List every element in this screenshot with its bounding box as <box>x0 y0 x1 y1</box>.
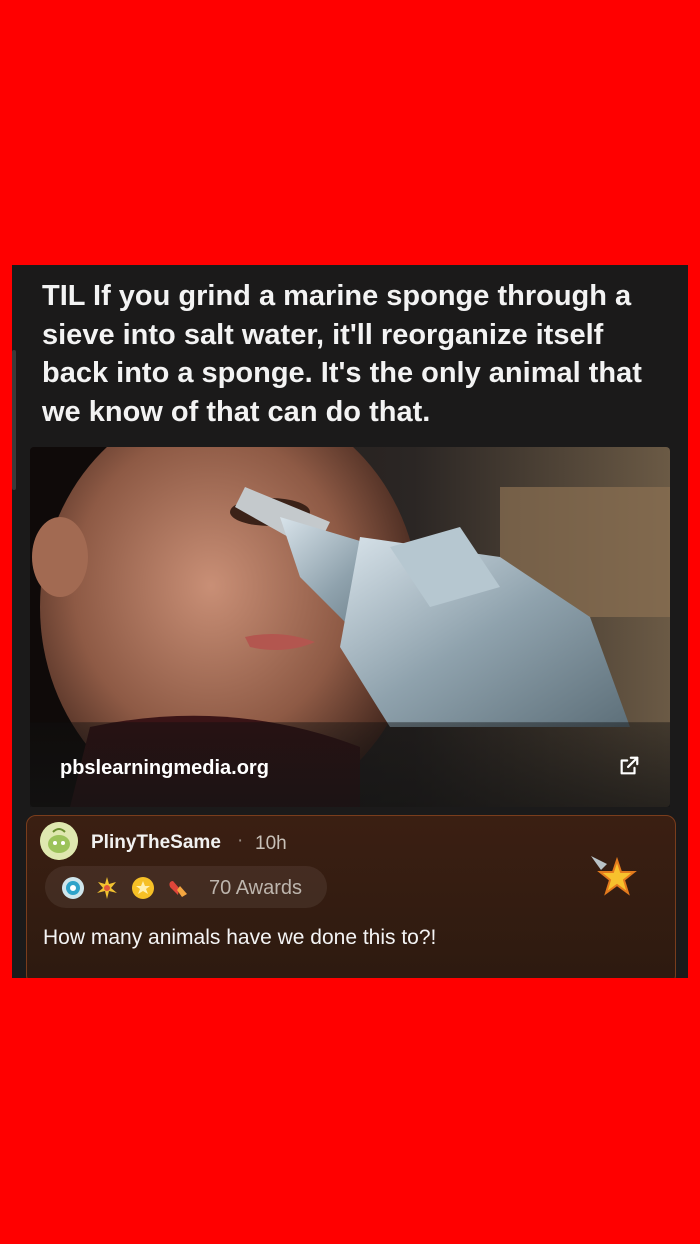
comment-username[interactable]: PlinyTheSame <box>91 832 221 854</box>
comment-time: 10h <box>255 833 287 854</box>
link-preview-bar[interactable]: pbslearningmedia.org <box>30 723 670 807</box>
avatar[interactable] <box>40 822 78 860</box>
gold-star-award-icon <box>591 856 637 896</box>
awards-row[interactable]: 70 Awards <box>45 866 327 908</box>
comment-body: How many animals have we done this to?! <box>43 926 437 949</box>
wholesome-award-icon <box>132 877 154 899</box>
scroll-indicator <box>12 350 16 490</box>
post-card: TIL If you grind a marine sponge through… <box>12 265 688 978</box>
helpful-award-icon <box>62 877 84 899</box>
snoo-avatar-icon <box>40 822 78 860</box>
meta-separator: · <box>237 830 244 851</box>
top-comment[interactable]: PlinyTheSame · 10h 70 Awards How many an… <box>26 815 676 978</box>
heart-award-icon <box>169 881 187 897</box>
external-link-icon[interactable] <box>618 755 640 777</box>
post-title[interactable]: TIL If you grind a marine sponge through… <box>42 277 672 431</box>
party-award-icon <box>97 877 117 899</box>
link-domain[interactable]: pbslearningmedia.org <box>60 757 269 780</box>
awards-count: 70 Awards <box>209 877 303 899</box>
